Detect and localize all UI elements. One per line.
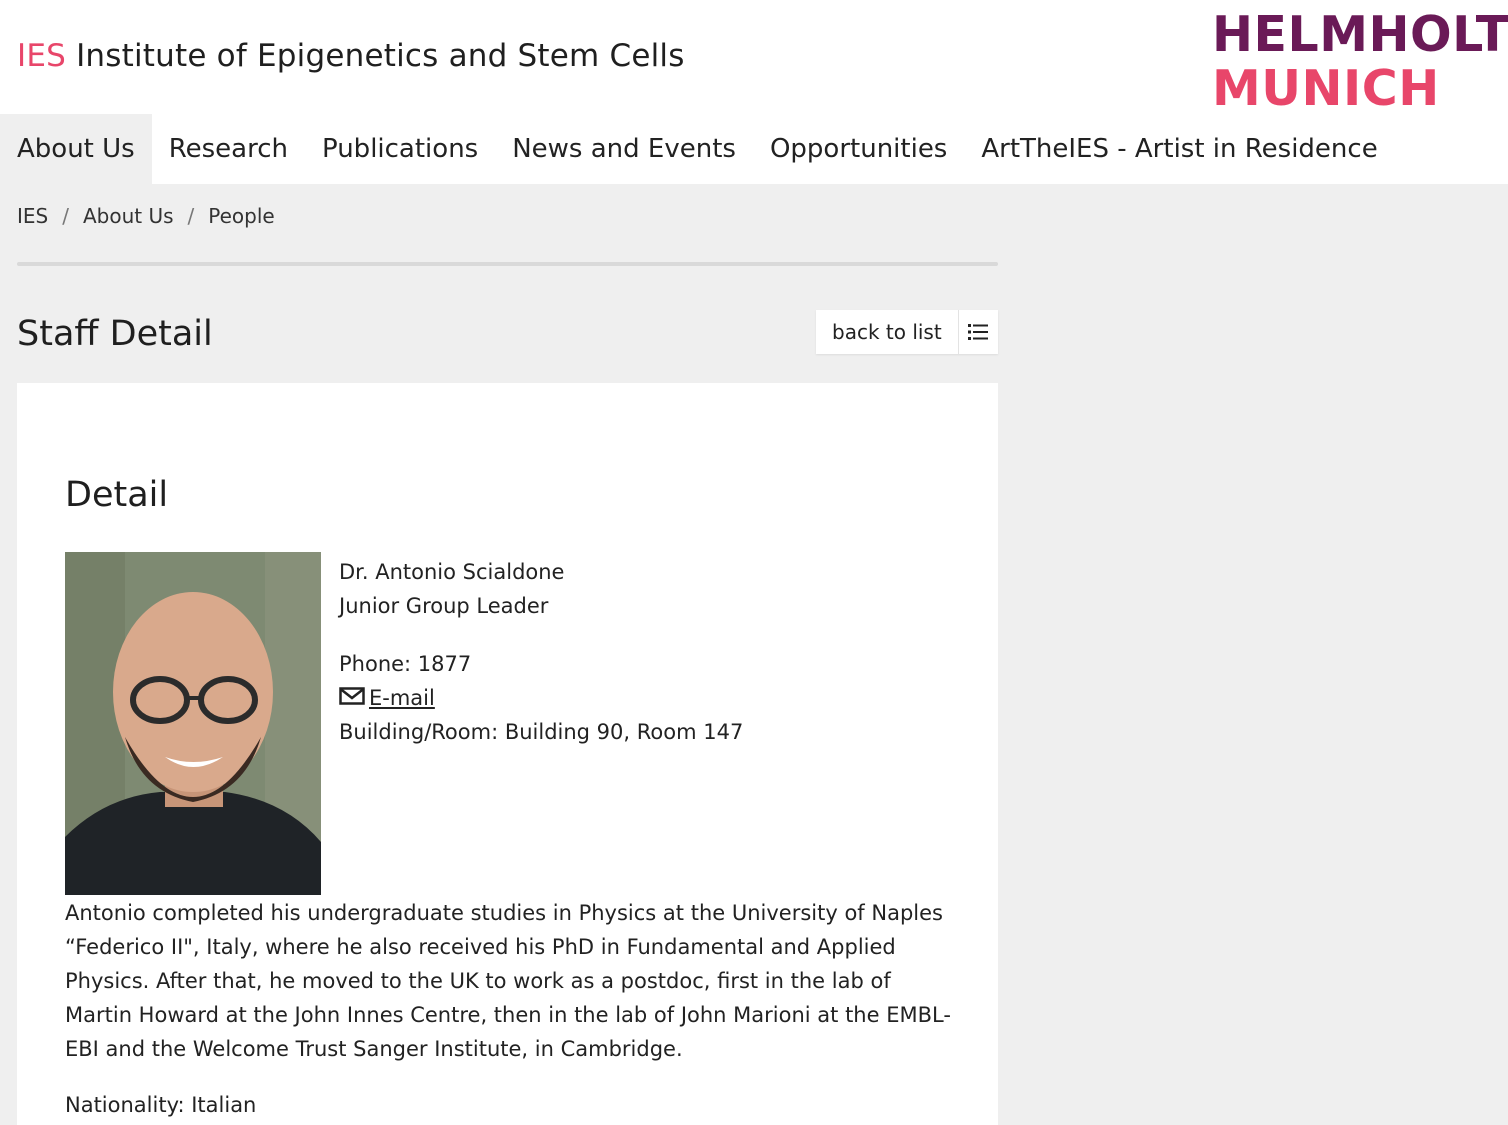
nav-item-opportunities[interactable]: Opportunities [753,114,964,184]
staff-name: Dr. Antonio Scialdone [339,560,565,584]
breadcrumb-ies[interactable]: IES [17,204,48,228]
site-header: IES Institute of Epigenetics and Stem Ce… [0,0,1508,117]
divider [17,262,998,266]
breadcrumb: IES / About Us / People [17,204,275,228]
breadcrumb-separator: / [187,204,195,228]
detail-heading: Detail [65,475,169,515]
back-to-list-button[interactable]: back to list [816,310,998,354]
nav-item-about-us[interactable]: About Us [0,114,152,184]
list-icon [957,310,998,354]
main-nav: About Us Research Publications News and … [0,114,1508,184]
logo-line2: MUNICH [1212,60,1440,117]
staff-photo [65,552,321,895]
nav-item-research[interactable]: Research [152,114,305,184]
helmholtz-munich-logo[interactable]: HELMHOLTZ MUNICH [1212,6,1508,118]
site-abbr: IES [17,38,67,74]
staff-bio: Antonio completed his undergraduate stud… [65,901,951,1061]
breadcrumb-about-us[interactable]: About Us [83,204,174,228]
staff-info: Dr. Antonio Scialdone Junior Group Leade… [339,555,743,749]
nav-item-arttheies[interactable]: ArtTheIES - Artist in Residence [964,114,1394,184]
staff-phone: Phone: 1877 [339,652,472,676]
mail-icon [339,681,365,715]
site-title-text: Institute of Epigenetics and Stem Cells [76,38,685,74]
page-title: Staff Detail [17,314,213,354]
staff-room: Building/Room: Building 90, Room 147 [339,720,744,744]
breadcrumb-people: People [208,204,275,228]
staff-nationality: Nationality: Italian [65,1093,257,1117]
site-title[interactable]: IES Institute of Epigenetics and Stem Ce… [17,38,685,74]
nav-item-news-and-events[interactable]: News and Events [495,114,753,184]
email-link[interactable]: E-mail [369,681,435,715]
logo-line1: HELMHOLTZ [1212,6,1508,63]
back-to-list-label: back to list [832,320,942,344]
breadcrumb-separator: / [62,204,69,228]
staff-position: Junior Group Leader [339,594,549,618]
email-row: E-mail [339,681,743,715]
staff-detail-card: Detail Dr. Antonio Scialdone Junior Grou… [17,383,998,1125]
nav-item-publications[interactable]: Publications [305,114,495,184]
